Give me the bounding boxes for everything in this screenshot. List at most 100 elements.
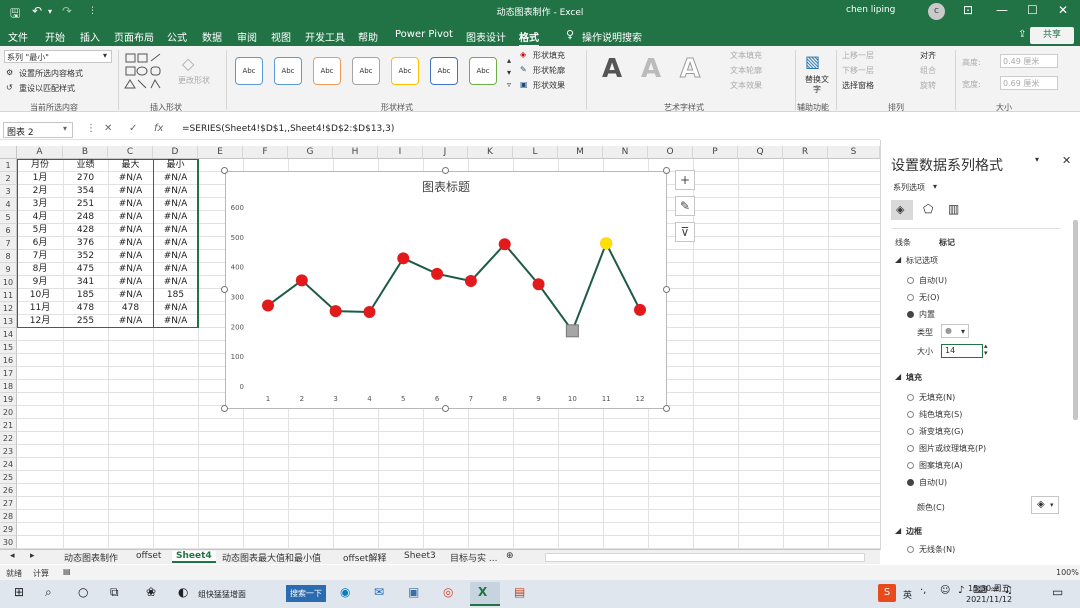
table-cell[interactable]: #N/A bbox=[153, 211, 198, 224]
width-input[interactable]: 0.69 厘米 bbox=[1000, 76, 1058, 90]
menu-insert[interactable]: 插入 bbox=[80, 29, 100, 44]
add-sheet-icon[interactable]: ⊕ bbox=[506, 551, 514, 561]
data-point-marker[interactable] bbox=[532, 278, 545, 291]
table-header-cell[interactable]: 业绩 bbox=[63, 159, 108, 172]
table-cell[interactable]: 376 bbox=[63, 237, 108, 250]
table-cell[interactable]: #N/A bbox=[153, 198, 198, 211]
table-cell[interactable]: 3月 bbox=[17, 198, 63, 211]
menu-power-pivot[interactable]: Power Pivot bbox=[395, 29, 453, 40]
enter-icon[interactable]: ✓ bbox=[129, 123, 137, 134]
fill-section-header[interactable]: 填充 bbox=[906, 372, 922, 383]
format-selection-button[interactable]: 设置所选内容格式 bbox=[19, 68, 83, 79]
table-cell[interactable]: #N/A bbox=[153, 315, 198, 328]
emoji-icon[interactable]: ☺ bbox=[940, 585, 950, 596]
formula-text[interactable]: =SERIES(Sheet4!$D$1,,Sheet4!$D$2:$D$13,3… bbox=[182, 124, 394, 134]
row-header[interactable]: 13 bbox=[0, 315, 17, 328]
tab-marker[interactable]: 标记 bbox=[939, 237, 955, 248]
row-header[interactable]: 18 bbox=[0, 380, 17, 393]
table-cell[interactable]: 341 bbox=[63, 276, 108, 289]
column-header[interactable]: M bbox=[558, 146, 603, 159]
sheet-tab[interactable]: Sheet3 bbox=[404, 551, 436, 561]
ime-mode[interactable]: 英 bbox=[903, 588, 912, 601]
panel-close-icon[interactable]: ✕ bbox=[1062, 154, 1071, 167]
table-cell[interactable]: #N/A bbox=[108, 289, 153, 302]
excel-taskbar-item[interactable]: X bbox=[470, 582, 500, 606]
sheet-tab[interactable]: offset解释 bbox=[343, 551, 386, 564]
reset-style-button[interactable]: 重设以匹配样式 bbox=[19, 83, 75, 94]
mail-icon[interactable]: ✉ bbox=[374, 585, 384, 599]
row-header[interactable]: 5 bbox=[0, 211, 17, 224]
row-header[interactable]: 21 bbox=[0, 419, 17, 432]
table-cell[interactable]: 7月 bbox=[17, 250, 63, 263]
radio-border-none[interactable] bbox=[907, 546, 914, 553]
shape-outline-button[interactable]: 形状轮廓 bbox=[533, 65, 565, 76]
data-point-marker[interactable] bbox=[262, 299, 274, 312]
column-header[interactable]: H bbox=[333, 146, 378, 159]
series-options-dropdown[interactable]: 系列选项 bbox=[893, 182, 925, 193]
column-header[interactable]: S bbox=[828, 146, 880, 159]
table-cell[interactable]: #N/A bbox=[108, 237, 153, 250]
chart-elements-button[interactable]: + bbox=[675, 170, 695, 190]
app-icon[interactable]: ▤ bbox=[514, 585, 525, 599]
sheet-tab[interactable]: offset bbox=[136, 551, 161, 561]
table-cell[interactable]: 354 bbox=[63, 185, 108, 198]
group-button[interactable]: 组合 bbox=[920, 65, 936, 76]
menu-formulas[interactable]: 公式 bbox=[167, 29, 187, 44]
shape-style-7[interactable]: Abc bbox=[469, 57, 497, 85]
rotate-button[interactable]: 旋转 bbox=[920, 80, 936, 91]
text-effects-button[interactable]: 文本效果 bbox=[730, 80, 762, 91]
panel-scrollbar[interactable] bbox=[1073, 220, 1078, 420]
radio-auto[interactable] bbox=[907, 277, 914, 284]
browser-window-title[interactable]: 组快猛猛增面 bbox=[198, 589, 246, 600]
column-header[interactable]: D bbox=[153, 146, 198, 159]
menu-review[interactable]: 审阅 bbox=[237, 29, 257, 44]
shape-fill-button[interactable]: 形状填充 bbox=[533, 50, 565, 61]
column-header[interactable]: J bbox=[423, 146, 468, 159]
align-button[interactable]: 对齐 bbox=[920, 50, 936, 61]
column-header[interactable]: R bbox=[783, 146, 828, 159]
row-header[interactable]: 6 bbox=[0, 224, 17, 237]
tab-scroll-right-icon[interactable]: ▸ bbox=[30, 551, 35, 561]
resize-handle[interactable] bbox=[663, 405, 670, 412]
windows-start-icon[interactable]: ⊞ bbox=[14, 585, 24, 599]
table-cell[interactable]: #N/A bbox=[153, 185, 198, 198]
column-header[interactable]: G bbox=[288, 146, 333, 159]
row-header[interactable]: 11 bbox=[0, 289, 17, 302]
row-header[interactable]: 7 bbox=[0, 237, 17, 250]
row-header[interactable]: 15 bbox=[0, 341, 17, 354]
table-cell[interactable]: #N/A bbox=[153, 237, 198, 250]
table-cell[interactable]: #N/A bbox=[153, 172, 198, 185]
data-point-marker[interactable] bbox=[634, 303, 646, 316]
change-shape-button[interactable]: 更改形状 bbox=[178, 75, 210, 86]
table-cell[interactable]: 248 bbox=[63, 211, 108, 224]
resize-handle[interactable] bbox=[663, 167, 670, 174]
table-cell[interactable]: #N/A bbox=[108, 263, 153, 276]
panel-options-icon[interactable]: ▾ bbox=[1035, 155, 1039, 164]
resize-handle[interactable] bbox=[221, 167, 228, 174]
wordart-style-1[interactable]: A bbox=[602, 54, 622, 84]
shape-effects-button[interactable]: 形状效果 bbox=[533, 80, 565, 91]
row-header[interactable]: 25 bbox=[0, 471, 17, 484]
table-cell[interactable]: 478 bbox=[108, 302, 153, 315]
resize-handle[interactable] bbox=[221, 286, 228, 293]
row-header[interactable]: 3 bbox=[0, 185, 17, 198]
chart-title[interactable]: 图表标题 bbox=[422, 180, 470, 194]
row-header[interactable]: 23 bbox=[0, 445, 17, 458]
series-line[interactable] bbox=[267, 240, 641, 333]
column-header[interactable]: C bbox=[108, 146, 153, 159]
table-cell[interactable]: #N/A bbox=[108, 172, 153, 185]
sheet-tab[interactable]: 目标与实 ... bbox=[450, 551, 497, 564]
minimize-icon[interactable]: — bbox=[996, 3, 1008, 17]
table-cell[interactable]: #N/A bbox=[108, 198, 153, 211]
resize-handle[interactable] bbox=[663, 286, 670, 293]
sheet-tab-active[interactable]: Sheet4 bbox=[172, 551, 216, 563]
shape-gallery[interactable] bbox=[124, 52, 176, 96]
row-header[interactable]: 24 bbox=[0, 458, 17, 471]
fill-line-tab[interactable]: ◈ bbox=[891, 200, 913, 220]
maximize-icon[interactable]: ☐ bbox=[1027, 3, 1038, 17]
row-header[interactable]: 14 bbox=[0, 328, 17, 341]
table-cell[interactable]: #N/A bbox=[108, 185, 153, 198]
menu-developer[interactable]: 开发工具 bbox=[305, 29, 345, 44]
table-cell[interactable]: 255 bbox=[63, 315, 108, 328]
table-cell[interactable]: 9月 bbox=[17, 276, 63, 289]
